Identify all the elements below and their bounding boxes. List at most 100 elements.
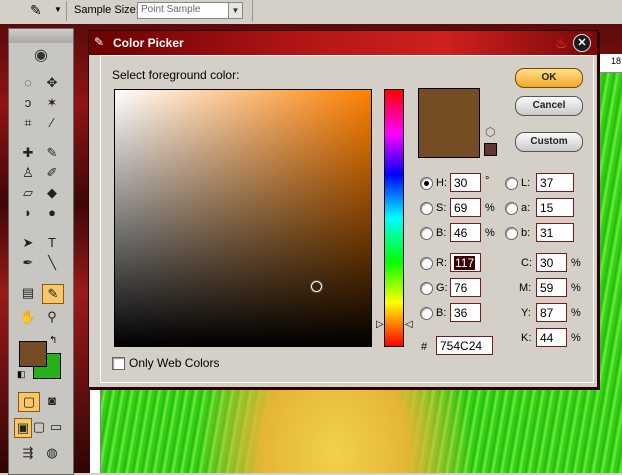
lab-a-radio[interactable]: [505, 202, 518, 215]
horizontal-ruler[interactable]: 18: [597, 54, 622, 73]
color-preview-swatch: [418, 88, 480, 158]
clone-stamp-tool-icon[interactable]: ♙: [17, 163, 39, 183]
green-label: G:: [436, 282, 448, 294]
line-tool-icon[interactable]: ╲: [41, 253, 63, 273]
cyan-unit: %: [571, 257, 581, 269]
cancel-button[interactable]: Cancel: [515, 96, 583, 116]
healing-brush-tool-icon[interactable]: ✚: [17, 143, 39, 163]
sample-size-select[interactable]: Point Sample ▼: [137, 2, 243, 19]
slice-tool-icon[interactable]: ∕: [41, 113, 63, 133]
select-color-prompt: Select foreground color:: [112, 68, 240, 82]
hue-label: H:: [436, 177, 447, 189]
color-field[interactable]: [114, 89, 372, 347]
red-input-selected-text: 117: [454, 256, 476, 270]
lightness-label: L:: [521, 177, 531, 189]
full-screen-mode-icon[interactable]: ▭: [48, 417, 64, 437]
swap-colors-icon[interactable]: ↰: [49, 335, 57, 346]
magenta-unit: %: [571, 282, 581, 294]
standard-screen-mode-icon[interactable]: ▣: [14, 418, 32, 438]
magenta-input[interactable]: 59: [536, 278, 567, 297]
marquee-tool-icon[interactable]: ◌: [17, 73, 39, 93]
tool-preset-picker: [22, 1, 67, 21]
blue-radio[interactable]: [420, 307, 433, 320]
history-brush-tool-icon[interactable]: ✐: [41, 163, 63, 183]
eyedropper-tool-icon[interactable]: ✎: [42, 284, 64, 304]
app-logo-icon[interactable]: ◉: [15, 45, 67, 65]
black-input[interactable]: 44: [536, 328, 567, 347]
ruler-tick-label: 18: [611, 56, 622, 66]
eraser-tool-icon[interactable]: ▱: [17, 183, 39, 203]
hue-input[interactable]: 30: [450, 173, 481, 192]
app-icon: ✎: [94, 35, 105, 49]
default-colors-icon[interactable]: ◧: [17, 369, 26, 380]
brightness-input[interactable]: 46: [450, 223, 481, 242]
color-field-cursor[interactable]: [311, 281, 322, 292]
saturation-input[interactable]: 69: [450, 198, 481, 217]
dialog-title-bar[interactable]: ✎ Color Picker ♨ ✕: [89, 31, 597, 55]
sample-size-value: Point Sample: [141, 4, 201, 15]
lasso-tool-icon[interactable]: ↄ: [17, 93, 39, 113]
dialog-title: Color Picker: [113, 36, 184, 50]
flame-icon: ♨: [555, 35, 568, 51]
only-web-colors-checkbox[interactable]: [112, 357, 125, 370]
magic-wand-tool-icon[interactable]: ✶: [41, 93, 63, 113]
crop-tool-icon[interactable]: ⌗: [17, 113, 39, 133]
full-screen-menu-mode-icon[interactable]: ▢: [31, 417, 47, 437]
color-picker-dialog: ✎ Color Picker ♨ ✕ Select foreground col…: [88, 30, 598, 388]
web-safe-color-swatch[interactable]: [484, 143, 497, 156]
zoom-tool-icon[interactable]: ⚲: [41, 307, 63, 327]
standard-mode-icon[interactable]: ▢: [18, 392, 40, 412]
web-safe-cube-icon[interactable]: ⬡: [485, 125, 495, 139]
move-tool-icon[interactable]: ✥: [41, 73, 63, 93]
sample-size-label: Sample Size:: [74, 4, 139, 16]
options-divider: [252, 0, 253, 22]
pen-tool-icon[interactable]: ✒: [17, 253, 39, 273]
cyan-label: C:: [521, 257, 532, 269]
red-radio[interactable]: [420, 257, 433, 270]
cyan-input[interactable]: 30: [536, 253, 567, 272]
custom-button[interactable]: Custom: [515, 132, 583, 152]
imageready-icon[interactable]: ◍: [41, 443, 63, 463]
type-tool-icon[interactable]: T: [41, 233, 63, 253]
hue-unit: °: [485, 175, 490, 187]
green-input[interactable]: 76: [450, 278, 481, 297]
yellow-input[interactable]: 87: [536, 303, 567, 322]
black-unit: %: [571, 332, 581, 344]
saturation-radio[interactable]: [420, 202, 433, 215]
notes-tool-icon[interactable]: ▤: [17, 283, 39, 303]
jump-to-imageready-icon[interactable]: ⇶: [17, 443, 39, 463]
ok-button[interactable]: OK: [515, 68, 583, 88]
path-selection-tool-icon[interactable]: ➤: [17, 233, 39, 253]
red-input[interactable]: 117: [450, 253, 481, 272]
hand-tool-icon[interactable]: ✋: [17, 307, 39, 327]
paint-bucket-tool-icon[interactable]: ◆: [41, 183, 63, 203]
brush-tool-icon[interactable]: ✎: [41, 143, 63, 163]
yellow-label: Y:: [521, 307, 531, 319]
blue-input[interactable]: 36: [450, 303, 481, 322]
brightness-radio[interactable]: [420, 227, 433, 240]
saturation-label: S:: [436, 202, 447, 214]
close-button[interactable]: ✕: [573, 34, 591, 52]
quick-mask-mode-icon[interactable]: ◙: [41, 391, 63, 411]
hue-slider-handle-left[interactable]: ▷: [376, 319, 384, 330]
lab-b-radio[interactable]: [505, 227, 518, 240]
options-bar: ✎ ▼ Sample Size: Point Sample ▼: [0, 0, 622, 25]
foreground-color-swatch[interactable]: [19, 341, 47, 367]
brightness-label: B:: [436, 227, 447, 239]
toolbox-panel: ◉ ◌ ✥ ↄ ✶ ⌗ ∕ ✚ ✎ ♙ ✐ ▱ ◆ ◗ ● ➤ T ✒ ╲ ▤ …: [8, 28, 74, 475]
green-radio[interactable]: [420, 282, 433, 295]
hue-radio[interactable]: [420, 177, 433, 190]
hue-slider-handle-right[interactable]: ◁: [405, 319, 413, 330]
lightness-radio[interactable]: [505, 177, 518, 190]
blur-tool-icon[interactable]: ◗: [17, 203, 39, 223]
close-icon: ✕: [577, 37, 587, 49]
hex-input[interactable]: 754C24: [436, 336, 493, 355]
saturation-unit: %: [485, 202, 495, 214]
lab-b-input[interactable]: 31: [536, 223, 574, 242]
lightness-input[interactable]: 37: [536, 173, 574, 192]
hex-label: #: [421, 341, 428, 353]
dodge-tool-icon[interactable]: ●: [41, 203, 63, 223]
toolbox-title-bar[interactable]: [9, 29, 73, 43]
hue-slider[interactable]: [384, 89, 404, 347]
lab-a-input[interactable]: 15: [536, 198, 574, 217]
